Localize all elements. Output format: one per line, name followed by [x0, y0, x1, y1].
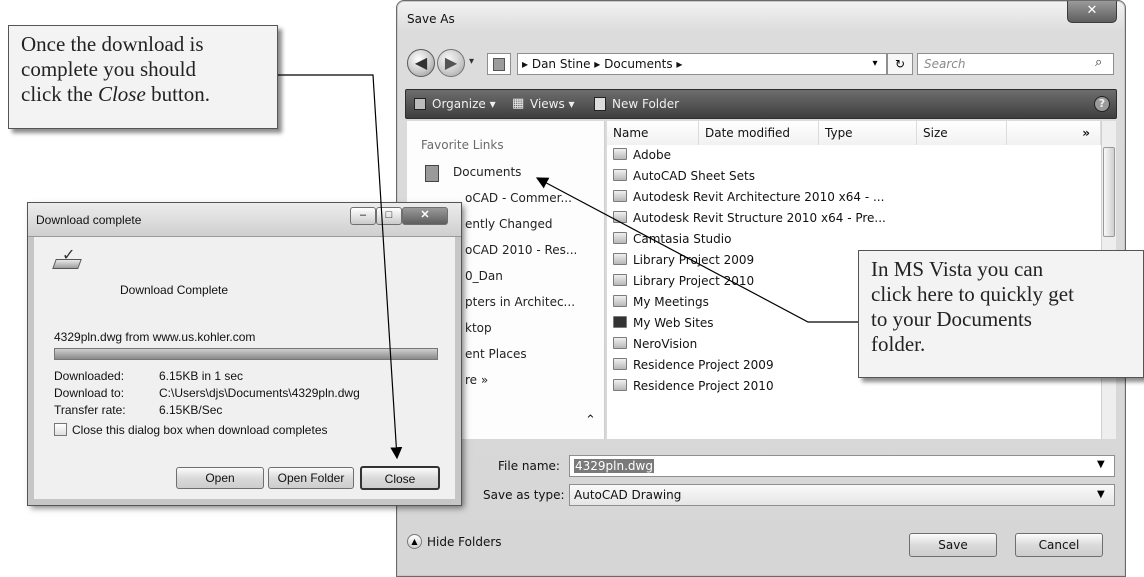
arrow-to-documents-link: [535, 177, 858, 323]
arrow-to-close-button: [278, 74, 403, 460]
annotation-arrows: [278, 74, 858, 460]
